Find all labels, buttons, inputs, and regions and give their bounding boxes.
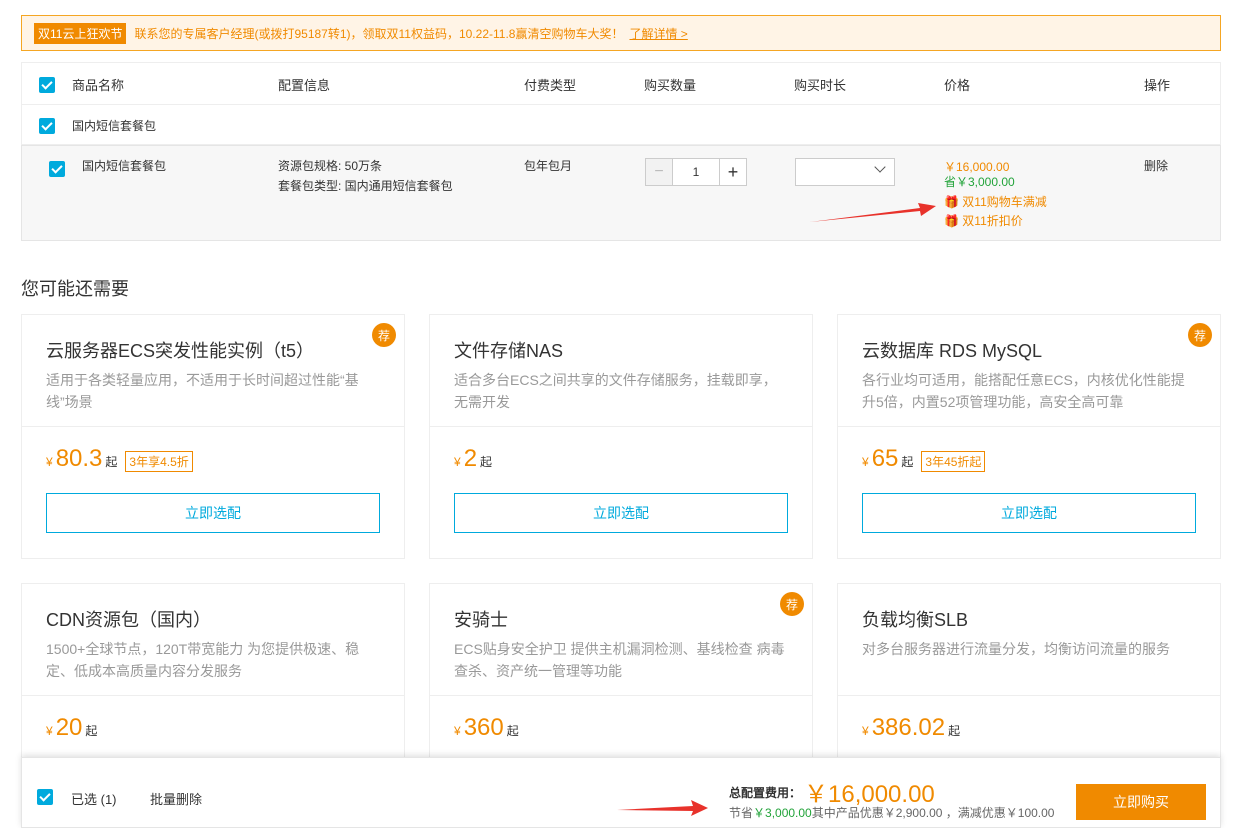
col-price: 价格 (944, 78, 971, 93)
card-desc: 适合多台ECS之间共享的文件存储服务，挂载即享，无需开发 (454, 372, 777, 410)
save-amount: ￥3,000.00 (753, 806, 812, 820)
col-name: 商品名称 (72, 78, 125, 93)
price-suffix: 起 (85, 724, 98, 738)
gift-icon: 🎁 (944, 214, 959, 228)
card-desc: 对多台服务器进行流量分发，均衡访问流量的服务 (862, 641, 1170, 657)
saving-summary: 节省￥3,000.00其中产品优惠￥2,900.00 ，满减优惠￥100.00 (729, 804, 1054, 821)
quantity-stepper: − 1 + (645, 158, 747, 186)
pay-type: 包年包月 (524, 159, 573, 173)
increment-button[interactable]: + (719, 159, 746, 185)
price-value: 2 (463, 445, 478, 472)
card-price: ¥65 起 3年45折起 (838, 427, 1220, 473)
price-suffix: 起 (901, 455, 914, 469)
price-value: 360 (463, 714, 504, 741)
annotation-arrow (810, 203, 936, 222)
product-card: 荐云数据库 RDS MySQL 各行业均可适用，能搭配任意ECS，内核优化性能提升… (837, 314, 1221, 559)
card-price: ¥20 起 (22, 696, 404, 742)
card-title: 安骑士 (454, 610, 508, 630)
promo-text: 联系您的专属客户经理(或拨打95187转1)，领取双11权益码，10.22-11… (134, 26, 624, 41)
card-price: ¥360 起 (430, 696, 812, 742)
card-title: 云服务器ECS突发性能实例（t5） (46, 341, 315, 361)
col-quantity: 购买数量 (644, 78, 697, 93)
price-value: 20 (55, 714, 83, 741)
buy-now-button[interactable]: 立即购买 (1076, 784, 1206, 820)
currency: ¥ (862, 724, 869, 738)
config-type: 套餐包类型: 国内通用短信套餐包 (278, 179, 453, 193)
group-checkbox[interactable] (39, 118, 55, 134)
card-title: CDN资源包（国内） (46, 610, 211, 630)
price-suffix: 起 (948, 724, 961, 738)
card-desc: 适用于各类轻量应用，不适用于长时间超过性能“基线”场景 (46, 372, 359, 410)
batch-delete-button[interactable]: 批量删除 (150, 789, 202, 808)
currency: ¥ (46, 455, 53, 469)
recommended-badge: 荐 (372, 323, 396, 347)
save-detail: 其中产品优惠￥2,900.00 ，满减优惠￥100.00 (811, 806, 1055, 820)
col-pay-type: 付费类型 (524, 78, 577, 93)
currency: ¥ (862, 455, 869, 469)
chevron-down-icon (874, 161, 886, 173)
discount-badge: 3年45折起 (921, 451, 986, 472)
card-price: ¥386.02 起 (838, 696, 1220, 742)
card-price: ¥80.3 起 3年享4.5折 (22, 427, 404, 473)
group-name: 国内短信套餐包 (72, 119, 157, 133)
product-card: 荐云服务器ECS突发性能实例（t5） 适用于各类轻量应用，不适用于长时间超过性能“… (21, 314, 405, 559)
promo-label: 双11折扣价 (962, 214, 1023, 228)
table-header: 商品名称 配置信息 付费类型 购买数量 购买时长 价格 操作 (21, 62, 1221, 104)
card-title: 云数据库 RDS MySQL (862, 341, 1043, 361)
select-all-checkbox[interactable] (39, 77, 55, 93)
col-config: 配置信息 (278, 78, 331, 93)
price-suffix: 起 (506, 724, 519, 738)
section-title: 您可能还需要 (21, 279, 129, 299)
card-desc: 1500+全球节点，120T带宽能力 为您提供极速、稳定、低成本高质量内容分发服… (46, 641, 360, 679)
item-name: 国内短信套餐包 (82, 159, 167, 173)
card-desc: ECS贴身安全护卫 提供主机漏洞检测、基线检查 病毒查杀、资产统一管理等功能 (454, 641, 785, 679)
currency: ¥ (454, 724, 461, 738)
selected-count: 已选 (1) (71, 792, 117, 807)
card-title: 负载均衡SLB (862, 610, 969, 630)
group-row: 国内短信套餐包 (21, 104, 1221, 145)
quantity-input[interactable]: 1 (673, 159, 719, 185)
cart-item-row: 国内短信套餐包 资源包规格: 50万条 套餐包类型: 国内通用短信套餐包 包年包… (21, 145, 1221, 241)
price-suffix: 起 (105, 455, 118, 469)
promo-label: 双11购物车满减 (962, 195, 1047, 209)
product-card: 文件存储NAS 适合多台ECS之间共享的文件存储服务，挂载即享，无需开发 ¥2 起立即… (429, 314, 813, 559)
price-suffix: 起 (480, 455, 493, 469)
item-saving: 省￥3,000.00 (944, 175, 1015, 189)
currency: ¥ (454, 455, 461, 469)
promo-2: 🎁 双11折扣价 (944, 212, 1023, 229)
configure-button[interactable]: 立即选配 (46, 493, 380, 533)
configure-button[interactable]: 立即选配 (862, 493, 1196, 533)
promo-tag: 双11云上狂欢节 (34, 22, 127, 44)
recommended-badge: 荐 (780, 592, 804, 616)
col-duration: 购买时长 (794, 78, 847, 93)
total-label: 总配置费用： (729, 786, 802, 800)
configure-button[interactable]: 立即选配 (454, 493, 788, 533)
save-prefix: 节省 (729, 806, 754, 820)
annotation-arrow (617, 800, 708, 816)
currency: ¥ (46, 724, 53, 738)
discount-badge: 3年享4.5折 (125, 451, 193, 472)
config-spec: 资源包规格: 50万条 (278, 159, 383, 173)
delete-link[interactable]: 删除 (1144, 157, 1168, 174)
decrement-button[interactable]: − (646, 159, 673, 185)
col-action: 操作 (1144, 78, 1171, 93)
card-title: 文件存储NAS (454, 341, 564, 361)
promo-banner: 双11云上狂欢节 联系您的专属客户经理(或拨打95187转1)，领取双11权益码… (21, 15, 1221, 51)
promo-1: 🎁 双11购物车满减 (944, 193, 1047, 210)
details-link[interactable]: 了解详情 > (629, 25, 687, 42)
item-checkbox[interactable] (49, 161, 65, 177)
card-desc: 各行业均可适用，能搭配任意ECS，内核优化性能提升5倍，内置52项管理功能，高安… (862, 372, 1185, 410)
price-value: 386.02 (871, 714, 946, 741)
recommended-badge: 荐 (1188, 323, 1212, 347)
price-value: 65 (871, 445, 899, 472)
card-price: ¥2 起 (430, 427, 812, 473)
footer-select-checkbox[interactable] (37, 789, 53, 805)
gift-icon: 🎁 (944, 195, 959, 209)
duration-select[interactable] (795, 158, 895, 186)
price-value: 80.3 (55, 445, 103, 472)
